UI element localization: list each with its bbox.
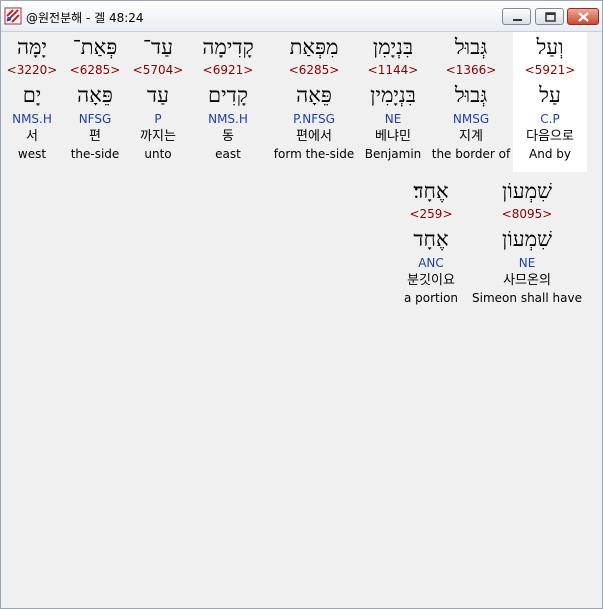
english-gloss: unto (144, 147, 172, 161)
korean-gloss: 사므온의 (503, 273, 551, 288)
english-gloss: Benjamin (364, 147, 422, 161)
hebrew-lemma: עַל (539, 83, 561, 107)
strong-number: <1144> (367, 63, 419, 77)
interlinear-panel: וְעַל <5921> עַל C.P 다음으로 And by גְּבוּל… (1, 32, 602, 608)
maximize-button[interactable] (535, 8, 564, 25)
word-column[interactable]: קָדִימָה <6921> קָדִים NMS.H 동 east (189, 32, 267, 162)
hebrew-word: עַד־ (142, 35, 174, 59)
korean-gloss: 서 (26, 129, 38, 144)
hebrew-lemma: שִׁמְעוֹן (502, 227, 552, 251)
strong-number: <6921> (202, 63, 254, 77)
morphology-code: NMSG (452, 112, 490, 126)
hebrew-word: וְעַל (536, 35, 564, 59)
strong-number: <5704> (132, 63, 184, 77)
english-gloss: a portion (403, 291, 459, 305)
english-gloss: form the-side (273, 147, 355, 161)
maximize-icon (545, 12, 556, 22)
hebrew-word: בִּנְיָמִן (372, 35, 414, 59)
hebrew-word: פְּאַת־ (72, 35, 118, 59)
korean-gloss: 지계 (459, 129, 483, 144)
app-window: @원전분해 - 겔 48:24 וְעַל <5921> עַל C.P 다음으… (0, 0, 603, 609)
morphology-code: NMS.H (208, 112, 248, 126)
strong-number: <8095> (501, 207, 553, 221)
english-gloss: the border of (431, 147, 511, 161)
minimize-button[interactable] (502, 8, 531, 25)
hebrew-word: גְּבוּל (454, 35, 488, 59)
word-column[interactable]: גְּבוּל <1366> גְּבוּל NMSG 지계 the borde… (431, 32, 511, 162)
hebrew-lemma: קָדִים (208, 83, 248, 107)
korean-gloss: 편에서 (296, 129, 332, 144)
hebrew-word: קָדִימָה (202, 35, 254, 59)
hebrew-lemma: פֵּאָה (296, 83, 332, 107)
english-gloss: And by (529, 147, 571, 161)
english-gloss: Simeon shall have (472, 291, 582, 305)
hebrew-word: שִׁמְעוֹן (502, 179, 552, 203)
hebrew-lemma: בִּנְיָמִין (370, 83, 416, 107)
close-icon (578, 12, 589, 22)
korean-gloss: 다음으로 (526, 129, 574, 144)
morphology-code: ANC (418, 256, 444, 270)
hebrew-lemma: פֵּאָה (77, 83, 113, 107)
korean-gloss: 분깃이요 (407, 273, 455, 288)
strong-number: <5921> (524, 63, 576, 77)
korean-gloss: 동 (222, 129, 234, 144)
word-column[interactable]: פְּאַת־ <6285> פֵּאָה NFSG 편 the-side (65, 32, 125, 162)
hebrew-word: מִפְּאַת (289, 35, 339, 59)
minimize-icon (513, 19, 522, 21)
word-column[interactable]: יָמָּה <3220> יָם NMS.H 서 west (5, 32, 59, 162)
strong-number: <3220> (6, 63, 58, 77)
word-column[interactable]: שִׁמְעוֹן <8095> שִׁמְעוֹן NE 사므온의 Simeo… (471, 176, 583, 306)
hebrew-lemma: אֶחָד (413, 227, 449, 251)
hebrew-lemma: גְּבוּל (454, 83, 488, 107)
strong-number: <1366> (445, 63, 497, 77)
morphology-code: NE (518, 256, 536, 270)
title-bar[interactable]: @원전분해 - 겔 48:24 (1, 1, 602, 32)
word-column[interactable]: עַד־ <5704> עַד P 까지는 unto (131, 32, 185, 162)
strong-number: <259> (409, 207, 453, 221)
korean-gloss: 베냐민 (375, 129, 411, 144)
hebrew-word: אֶחָד׃ (413, 179, 449, 203)
morphology-code: NMS.H (12, 112, 52, 126)
close-button[interactable] (567, 8, 599, 25)
word-column[interactable]: אֶחָד׃ <259> אֶחָד ANC 분깃이요 a portion (397, 176, 465, 306)
morphology-code: NE (384, 112, 402, 126)
strong-number: <6285> (69, 63, 121, 77)
word-column[interactable]: מִפְּאַת <6285> פֵּאָה P.NFSG 편에서 form t… (273, 32, 355, 162)
hebrew-word: יָמָּה (16, 35, 48, 59)
english-gloss: the-side (70, 147, 120, 161)
word-column[interactable]: וְעַל <5921> עַל C.P 다음으로 And by (513, 32, 587, 172)
morphology-code: NFSG (78, 112, 112, 126)
strong-number: <6285> (288, 63, 340, 77)
morphology-code: P.NFSG (293, 112, 335, 126)
app-logo-icon (4, 7, 22, 25)
english-gloss: east (215, 147, 241, 161)
hebrew-lemma: עַד (147, 83, 169, 107)
morphology-code: C.P (540, 112, 560, 126)
morphology-code: P (154, 112, 162, 126)
hebrew-lemma: יָם (22, 83, 42, 107)
english-gloss: west (17, 147, 47, 161)
korean-gloss: 까지는 (140, 129, 176, 144)
korean-gloss: 편 (89, 129, 101, 144)
window-title: @원전분해 - 겔 48:24 (26, 11, 144, 25)
word-column[interactable]: בִּנְיָמִן <1144> בִּנְיָמִין NE 베냐민 Ben… (359, 32, 427, 162)
